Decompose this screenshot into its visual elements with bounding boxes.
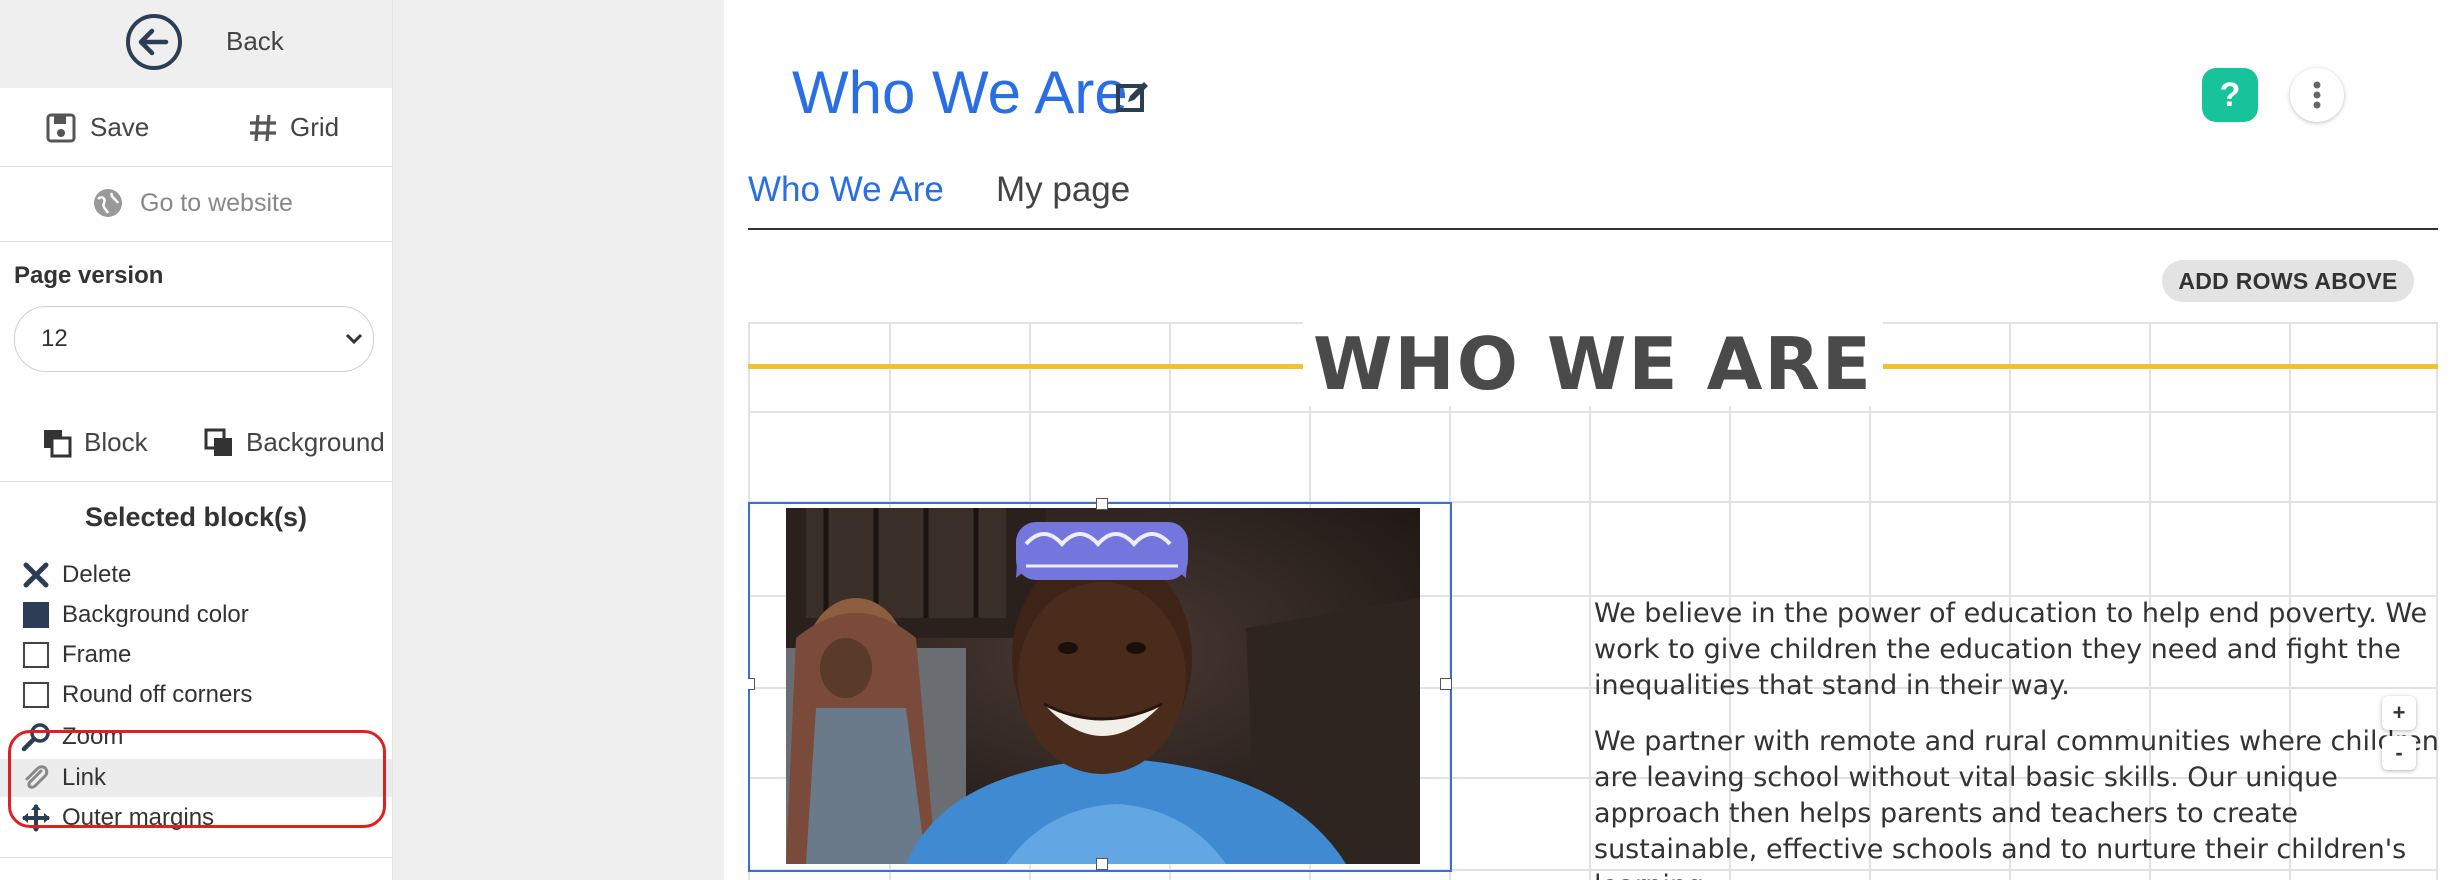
save-grid-row: Save Grid — [0, 88, 392, 167]
selected-blocks-title: Selected block(s) — [84, 502, 308, 532]
block-label: Block — [84, 427, 148, 457]
resize-handle-top[interactable] — [1096, 498, 1108, 510]
block-background-row: Block Background — [0, 405, 392, 482]
menu-item-link[interactable]: Link — [0, 759, 392, 797]
menu-item-label: Delete — [62, 561, 132, 588]
resize-handle-left[interactable] — [748, 678, 755, 690]
decrease-button[interactable]: - — [2382, 736, 2416, 770]
resize-handle-bottom[interactable] — [1096, 858, 1108, 870]
paperclip-icon — [20, 762, 52, 794]
menu-item-round-off-corners[interactable]: Round off corners — [0, 676, 392, 714]
page-editor: Who We Are ? Who We Are My page ADD ROWS… — [724, 0, 2462, 880]
save-button[interactable]: Save — [46, 112, 149, 143]
page-tabs: Who We Are My page — [748, 166, 2438, 230]
page-version-label: Page version — [14, 262, 164, 289]
menu-item-label: Zoom — [62, 723, 124, 750]
portrait-photo — [786, 508, 1420, 864]
paragraph: We partner with remote and rural communi… — [1594, 726, 2438, 880]
selected-image-block[interactable] — [748, 498, 1452, 872]
section-heading-text: WHO WE ARE — [1303, 322, 1883, 406]
section-heading[interactable]: WHO WE ARE — [748, 322, 2438, 406]
text-block[interactable]: We believe in the power of education to … — [1594, 596, 2438, 880]
more-options-button[interactable] — [2290, 68, 2344, 122]
magnifier-icon — [20, 721, 52, 753]
editor-sidebar: Back Save Grid Go to website Page versio… — [0, 0, 393, 880]
menu-item-zoom[interactable]: Zoom — [0, 718, 392, 756]
increase-button[interactable]: + — [2382, 696, 2416, 730]
canvas-gutter — [393, 0, 724, 880]
checkbox-icon[interactable] — [20, 639, 52, 671]
hash-grid-icon — [250, 114, 276, 141]
color-swatch-icon — [20, 599, 52, 631]
page-version-select[interactable]: 12 — [14, 306, 374, 372]
page-title[interactable]: Who We Are — [792, 58, 1128, 127]
layout-grid: WHO WE ARE We believe in the power of ed… — [748, 322, 2438, 880]
chevron-down-icon — [345, 333, 363, 345]
grid-label: Grid — [290, 112, 340, 142]
block-button[interactable]: Block — [42, 427, 148, 458]
go-to-website-label: Go to website — [140, 188, 293, 217]
grid-button[interactable]: Grid — [248, 112, 339, 143]
back-arrow-icon — [126, 14, 182, 70]
tab-who-we-are[interactable]: Who We Are — [748, 170, 944, 210]
paragraph: We believe in the power of education to … — [1594, 598, 2428, 701]
back-label: Back — [226, 26, 284, 56]
help-button[interactable]: ? — [2202, 68, 2258, 122]
menu-item-frame[interactable]: Frame — [0, 636, 392, 674]
divider — [0, 857, 392, 858]
help-icon: ? — [2219, 75, 2241, 114]
menu-item-label: Background color — [62, 601, 249, 628]
checkbox-icon[interactable] — [20, 679, 52, 711]
resize-handle-right[interactable] — [1440, 678, 1452, 690]
background-label: Background — [246, 427, 385, 457]
menu-item-label: Round off corners — [62, 681, 253, 708]
save-label: Save — [90, 112, 150, 142]
add-rows-above-button[interactable]: ADD ROWS ABOVE — [2162, 260, 2414, 302]
globe-icon — [94, 189, 122, 217]
page-version-value: 12 — [41, 325, 68, 352]
edit-icon[interactable] — [1116, 80, 1150, 114]
close-icon — [20, 559, 52, 591]
add-rows-label: ADD ROWS ABOVE — [2178, 267, 2398, 294]
menu-item-delete[interactable]: Delete — [0, 556, 392, 594]
menu-item-background-color[interactable]: Background color — [0, 596, 392, 634]
minus-icon: - — [2395, 740, 2403, 765]
tab-my-page[interactable]: My page — [996, 170, 1130, 210]
back-button[interactable]: Back — [0, 0, 392, 88]
go-to-website-button[interactable]: Go to website — [0, 167, 392, 242]
plus-icon: + — [2392, 700, 2406, 725]
vertical-dots-icon — [2313, 81, 2321, 109]
menu-item-label: Outer margins — [62, 804, 215, 831]
menu-item-label: Frame — [62, 641, 132, 668]
layers-icon — [44, 429, 72, 457]
background-button[interactable]: Background — [204, 427, 385, 458]
layers-back-icon — [204, 428, 232, 456]
menu-item-outer-margins[interactable]: Outer margins — [0, 799, 392, 837]
menu-item-label: Link — [62, 764, 107, 791]
floppy-disk-icon — [46, 113, 76, 142]
move-arrows-icon — [20, 802, 52, 834]
